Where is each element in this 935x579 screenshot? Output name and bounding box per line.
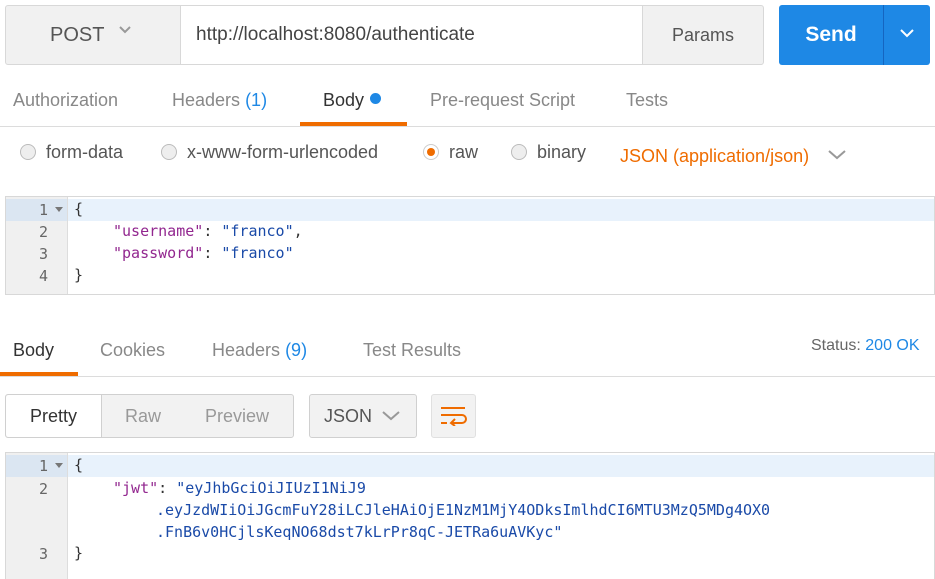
radio-raw[interactable]: raw	[423, 142, 478, 170]
code-line: "username": "franco",	[113, 222, 303, 240]
active-line-highlight	[68, 455, 934, 477]
line-number: 2	[38, 480, 48, 498]
response-tab-body[interactable]: Body	[13, 340, 54, 361]
line-number: 3	[38, 545, 48, 563]
method-label: POST	[50, 24, 105, 46]
active-line-highlight	[68, 199, 934, 221]
fold-arrow-icon[interactable]	[55, 463, 63, 468]
chevron-down-icon	[900, 29, 914, 38]
tab-tests[interactable]: Tests	[626, 90, 668, 126]
radio-icon	[511, 144, 527, 160]
response-format-select[interactable]: JSON	[309, 394, 417, 438]
radio-form-data[interactable]: form-data	[20, 142, 123, 170]
response-status: Status: 200 OK	[811, 337, 920, 355]
code-line: "jwt": "eyJhbGciOiJIUzI1NiJ9	[113, 479, 366, 497]
radio-icon	[161, 144, 177, 160]
tab-pre-request-script[interactable]: Pre-request Script	[430, 90, 575, 126]
line-number: 2	[38, 223, 48, 241]
code-line: }	[74, 266, 84, 284]
line-number: 4	[38, 267, 48, 285]
response-tab-headers-label: Headers	[212, 340, 281, 360]
status-value: 200 OK	[865, 337, 920, 354]
view-mode-preview[interactable]: Preview	[205, 406, 269, 427]
view-mode-pretty[interactable]: Pretty	[30, 406, 77, 427]
method-select[interactable]: POST	[5, 5, 181, 65]
tabs-divider	[0, 126, 935, 127]
tab-headers[interactable]: Headers (1)	[172, 90, 267, 126]
code-line: "password": "franco"	[113, 244, 294, 262]
tab-body[interactable]: Body	[323, 90, 382, 126]
tab-authorization[interactable]: Authorization	[13, 90, 118, 126]
json-key: "password"	[113, 244, 204, 262]
content-type-label: JSON (application/json)	[620, 146, 810, 166]
json-value: "eyJhbGciOiJIUzI1NiJ9	[176, 479, 366, 497]
tab-body-label: Body	[323, 90, 365, 110]
radio-label: x-www-form-urlencoded	[187, 142, 379, 162]
response-tab-cookies[interactable]: Cookies	[100, 340, 165, 361]
line-number: 3	[38, 245, 48, 263]
code-line: {	[74, 456, 84, 474]
response-tab-test-results[interactable]: Test Results	[363, 340, 461, 361]
response-tab-headers[interactable]: Headers (9)	[212, 340, 307, 361]
json-value: "franco"	[221, 244, 294, 262]
status-label: Status:	[811, 337, 861, 354]
url-input[interactable]: http://localhost:8080/authenticate	[180, 5, 643, 65]
params-button[interactable]: Params	[642, 5, 764, 65]
url-text: http://localhost:8080/authenticate	[196, 24, 475, 45]
code-line-wrapped: .FnB6v0HCjlsKeqNO68dst7kLrPr8qC-JETRa6uA…	[156, 523, 563, 541]
radio-label: raw	[449, 142, 479, 162]
json-value: "franco"	[221, 222, 294, 240]
response-body-viewer[interactable]: 1 2 3 { "jwt": "eyJhbGciOiJIUzI1NiJ9 .ey…	[5, 452, 935, 579]
send-options-button[interactable]	[883, 5, 930, 65]
wrap-lines-button[interactable]	[431, 394, 476, 438]
view-mode-raw[interactable]: Raw	[125, 406, 161, 427]
format-label: JSON	[324, 406, 373, 426]
fold-arrow-icon[interactable]	[55, 207, 63, 212]
tab-headers-label: Headers	[172, 90, 241, 110]
view-mode-selector: Pretty Raw Preview	[5, 394, 294, 438]
request-body-editor[interactable]: 1 2 3 4 { "username": "franco", "passwor…	[5, 196, 935, 295]
response-tabs-divider	[0, 376, 935, 377]
chevron-down-icon	[828, 150, 846, 160]
code-line-wrapped: .eyJzdWIiOiJGcmFuY28iLCJleHAiOjE1NzM1MjY…	[156, 501, 771, 519]
radio-icon	[20, 144, 36, 160]
response-headers-count: (9)	[285, 340, 308, 360]
line-number: 1	[38, 457, 48, 475]
wrap-text-icon	[441, 407, 467, 426]
headers-count: (1)	[245, 90, 268, 110]
code-line: }	[74, 544, 84, 562]
line-number: 1	[38, 201, 48, 219]
content-type-select[interactable]: JSON (application/json)	[620, 146, 846, 174]
send-button[interactable]: Send	[779, 5, 883, 65]
json-key: "username"	[113, 222, 204, 240]
radio-urlencoded[interactable]: x-www-form-urlencoded	[161, 142, 378, 170]
modified-dot-icon	[370, 93, 382, 104]
chevron-down-icon	[382, 411, 400, 421]
code-line: {	[74, 200, 84, 218]
radio-binary[interactable]: binary	[511, 142, 586, 170]
radio-selected-icon	[423, 144, 439, 160]
chevron-down-icon	[119, 26, 131, 34]
radio-label: binary	[537, 142, 587, 162]
radio-label: form-data	[46, 142, 124, 162]
json-key: "jwt"	[113, 479, 159, 497]
